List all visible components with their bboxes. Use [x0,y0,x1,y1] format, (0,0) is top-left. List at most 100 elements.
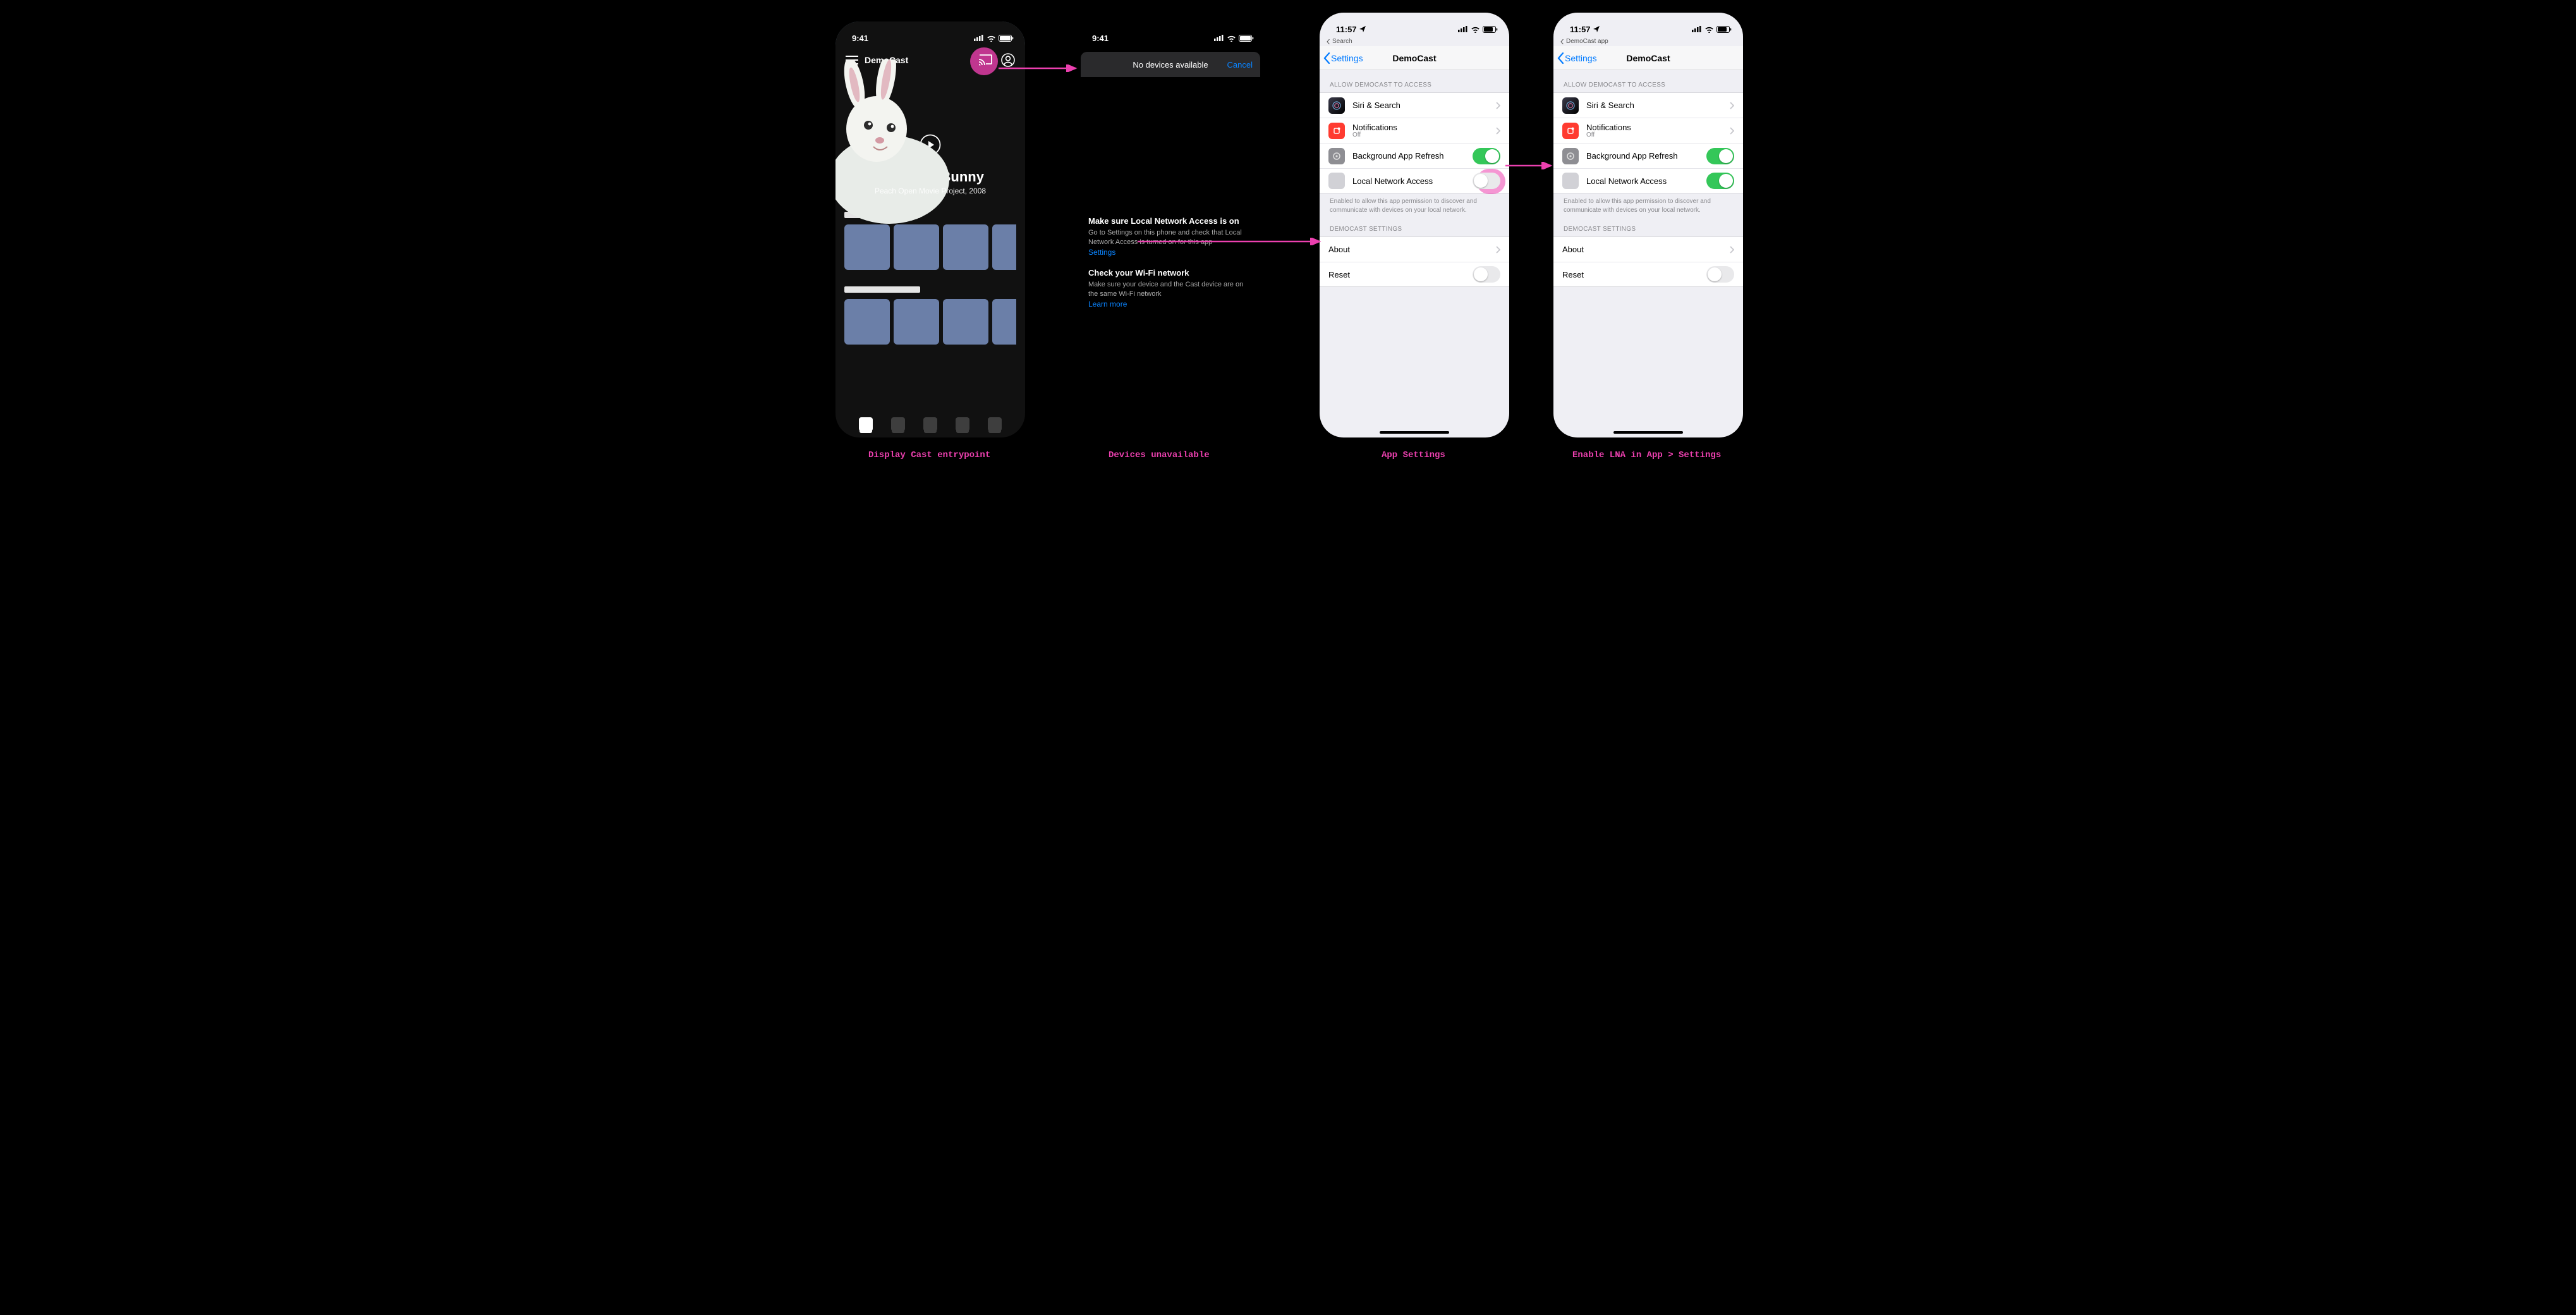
wifi-icon [987,35,996,42]
tab-item[interactable] [859,417,873,431]
back-button[interactable]: Settings [1323,52,1363,64]
row-label: Notifications Off [1352,123,1496,138]
sheet-header: No devices available Cancel [1081,52,1260,77]
shelf-title-placeholder [844,286,920,293]
chevron-right-icon [1496,102,1500,109]
learn-more-link[interactable]: Learn more [1088,300,1127,309]
cellular-icon [1458,26,1468,32]
wifi-icon [1227,35,1236,42]
status-bar: 9:41 [835,21,1025,47]
reset-toggle[interactable] [1473,266,1500,283]
settings-link[interactable]: Settings [1088,248,1115,257]
chevron-left-icon [1326,39,1331,44]
caption-screen2: Devices unavailable [1109,450,1210,460]
chevron-left-icon [1323,52,1330,64]
back-button[interactable]: Settings [1557,52,1597,64]
cancel-button[interactable]: Cancel [1227,60,1253,70]
tab-item[interactable] [988,417,1002,431]
status-bar: 9:41 [1076,21,1265,47]
screen-devices-unavailable: 9:41 No devices available Cancel Make su… [1076,21,1265,437]
row-label: Reset [1328,270,1473,279]
background-refresh-toggle[interactable] [1473,148,1500,164]
screen-app-settings-lna-off: 11:57 Search Settings DemoCast ALLOW DEM… [1320,13,1509,437]
app-icon-placeholder [1328,173,1345,189]
background-refresh-toggle[interactable] [1706,148,1734,164]
flow-arrow [1505,162,1556,169]
content-tile[interactable] [844,224,890,270]
access-list: Siri & Search Notifications Off Backgrou… [1320,92,1509,193]
caption-screen1: Display Cast entrypoint [868,450,990,460]
row-label: Siri & Search [1352,101,1496,110]
row-label: Local Network Access [1352,176,1473,186]
breadcrumb-label: Search [1332,38,1352,45]
status-icons [974,35,1014,42]
row-label: Notifications Off [1586,123,1730,138]
group-header-app: DEMOCAST SETTINGS [1320,214,1509,236]
content-tile[interactable] [844,299,890,345]
row-siri-search[interactable]: Siri & Search [1553,92,1743,118]
status-time: 9:41 [852,34,868,43]
account-icon[interactable] [1001,53,1015,67]
row-label: About [1328,245,1496,254]
tab-item[interactable] [891,417,905,431]
row-label: Siri & Search [1586,101,1730,110]
tip-body: Go to Settings on this phone and check t… [1088,228,1253,248]
location-icon [1359,26,1366,32]
local-network-toggle[interactable] [1473,173,1500,189]
wifi-icon [1471,26,1480,33]
row-about[interactable]: About [1553,236,1743,262]
battery-icon [999,35,1014,42]
content-tile[interactable] [943,299,988,345]
back-label: Settings [1331,53,1363,63]
tip-local-network: Make sure Local Network Access is on Go … [1088,216,1253,257]
row-background-refresh: Background App Refresh [1320,143,1509,168]
row-notifications[interactable]: Notifications Off [1553,118,1743,143]
local-network-toggle[interactable] [1706,173,1734,189]
row-siri-search[interactable]: Siri & Search [1320,92,1509,118]
battery-icon [1483,26,1498,33]
caption-screen3: App Settings [1382,450,1445,460]
breadcrumb-back-to-app[interactable]: DemoCast app [1553,38,1743,46]
cellular-icon [974,35,984,41]
home-indicator[interactable] [1613,431,1683,434]
row-about[interactable]: About [1320,236,1509,262]
chevron-right-icon [1496,127,1500,135]
home-indicator[interactable] [1380,431,1449,434]
row-label: About [1562,245,1730,254]
sheet-title: No devices available [1133,60,1208,70]
content-tile[interactable] [992,224,1016,270]
cellular-icon [1692,26,1702,32]
wifi-icon [1704,26,1714,33]
battery-icon [1716,26,1732,33]
tab-bar [835,417,1025,431]
nav-title: DemoCast [1392,53,1436,63]
gear-icon [1562,148,1579,164]
cast-icon[interactable] [978,54,992,66]
chevron-left-icon [1560,39,1565,44]
cellular-icon [1214,35,1224,41]
tab-item[interactable] [923,417,937,431]
chevron-right-icon [1496,246,1500,254]
siri-icon [1328,97,1345,114]
tip-wifi: Check your Wi-Fi network Make sure your … [1088,268,1253,309]
reset-toggle[interactable] [1706,266,1734,283]
app-icon-placeholder [1562,173,1579,189]
chevron-left-icon [1557,52,1564,64]
row-label: Background App Refresh [1352,151,1473,161]
tab-item[interactable] [956,417,969,431]
content-tile[interactable] [992,299,1016,345]
hero-subtitle: Peach Open Movie Project, 2008 [848,187,1012,195]
battery-icon [1239,35,1254,42]
screen-cast-entrypoint: 9:41 DemoCast [835,21,1025,437]
notifications-icon [1562,123,1579,139]
status-icons [1692,26,1732,33]
row-local-network-access: Local Network Access [1553,168,1743,193]
row-sublabel: Off [1586,132,1730,138]
nav-bar: Settings DemoCast [1320,46,1509,70]
content-tile[interactable] [894,299,939,345]
tip-title: Make sure Local Network Access is on [1088,216,1253,226]
breadcrumb-back-to-app[interactable]: Search [1320,38,1509,46]
row-notifications[interactable]: Notifications Off [1320,118,1509,143]
content-tile[interactable] [943,224,988,270]
content-tile[interactable] [894,224,939,270]
